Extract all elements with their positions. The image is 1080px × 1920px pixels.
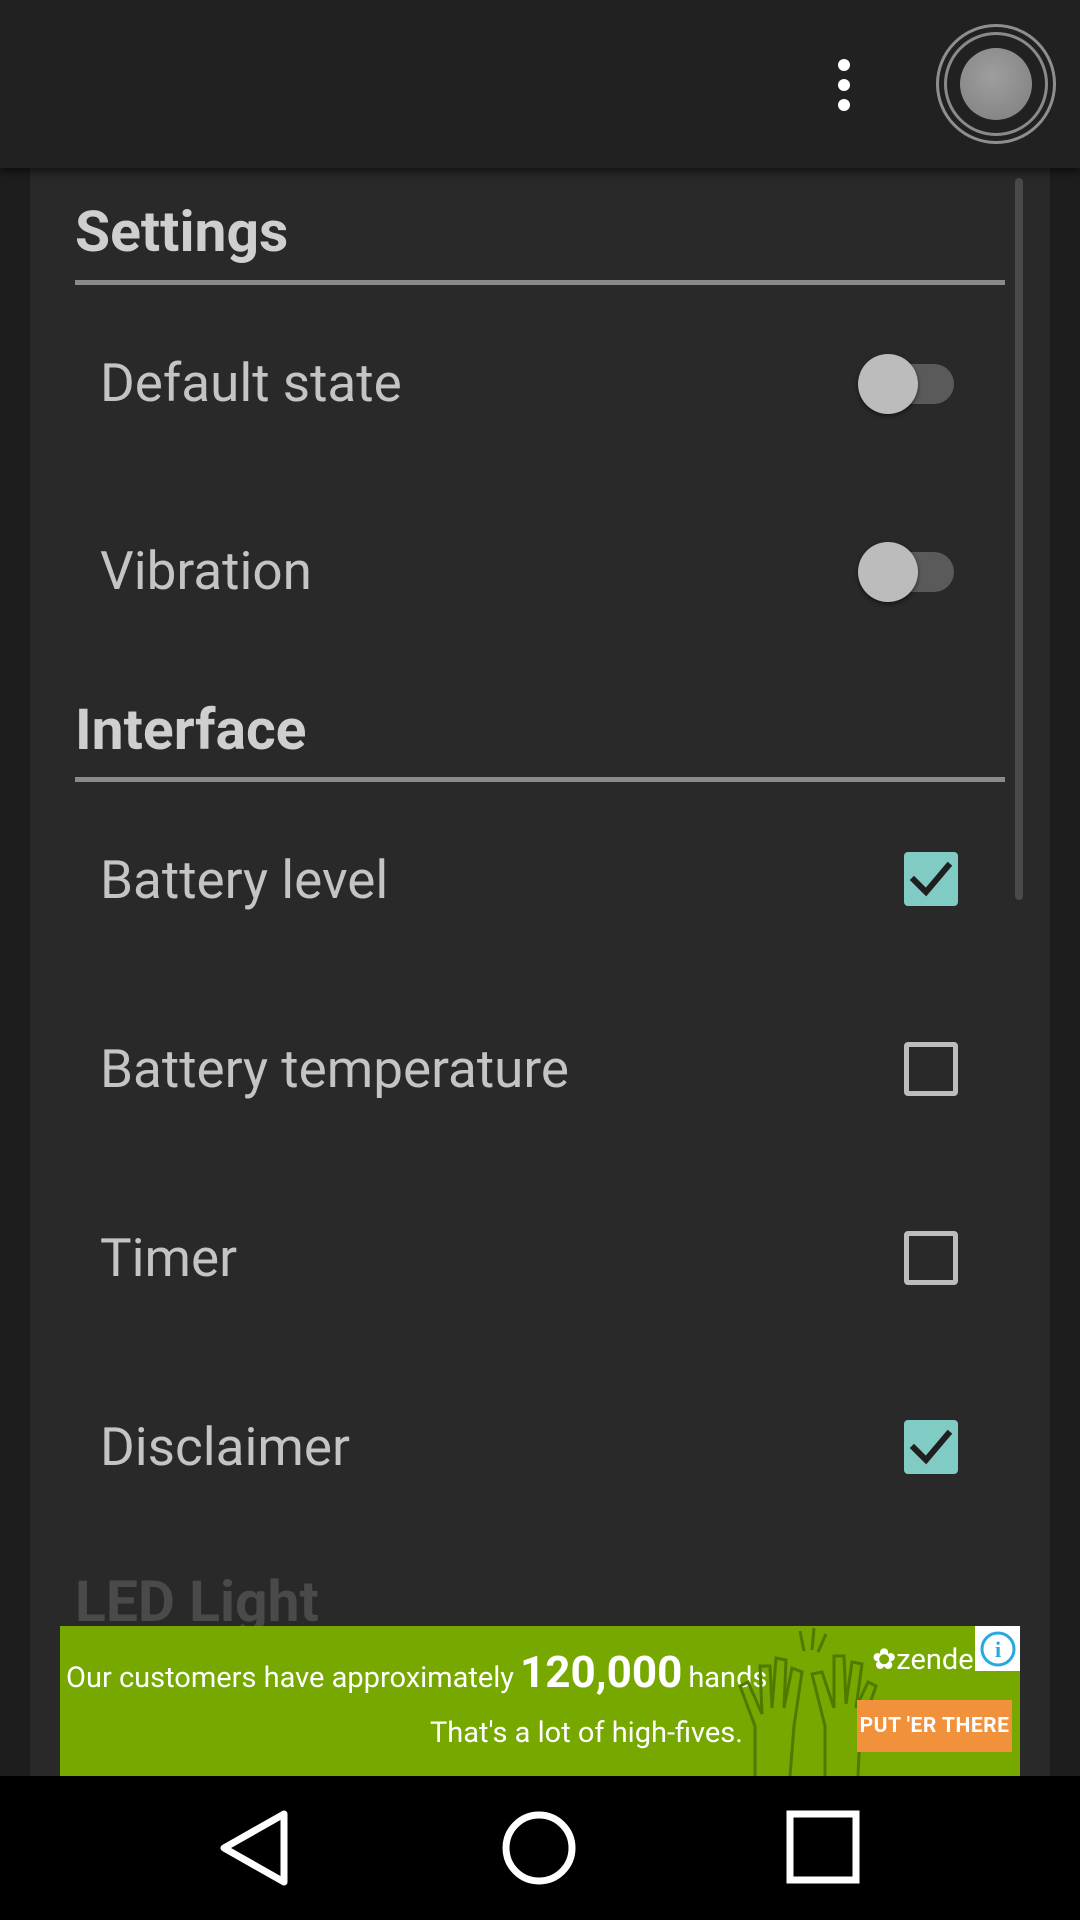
battery-level-label: Battery level xyxy=(100,849,389,911)
disclaimer-checkbox[interactable] xyxy=(904,1420,958,1474)
more-vert-icon xyxy=(838,59,850,71)
vibration-switch[interactable] xyxy=(852,536,956,606)
home-circle-icon xyxy=(502,1811,576,1885)
section-divider xyxy=(75,280,1005,285)
section-title-settings: Settings xyxy=(75,198,289,265)
info-icon: i xyxy=(980,1631,1015,1666)
settings-panel: Settings Default state Vibration Interfa… xyxy=(30,168,1050,1778)
vibration-label: Vibration xyxy=(100,540,312,602)
recents-button[interactable] xyxy=(770,1796,880,1900)
ad-headline: Our customers have approximately 120,000 h… xyxy=(66,1646,775,1698)
more-vert-icon-dot xyxy=(838,79,850,91)
app-bar xyxy=(0,0,1080,168)
battery-temperature-checkbox[interactable] xyxy=(904,1042,958,1096)
ad-text: Our customers have approximately xyxy=(66,1661,515,1695)
scrollbar[interactable] xyxy=(1015,178,1023,900)
system-nav-bar xyxy=(0,1776,1080,1920)
overflow-menu-button[interactable] xyxy=(814,50,874,120)
section-title-led-light: LED Light xyxy=(75,1568,319,1635)
section-divider xyxy=(75,777,1005,782)
ad-banner[interactable]: Our customers have approximately 120,000 h… xyxy=(60,1626,1020,1776)
default-state-switch[interactable] xyxy=(852,348,956,418)
timer-label: Timer xyxy=(100,1227,238,1289)
recents-square-icon xyxy=(786,1810,860,1884)
home-button[interactable] xyxy=(484,1796,594,1900)
default-state-label: Default state xyxy=(100,352,402,414)
timer-checkbox[interactable] xyxy=(904,1231,958,1285)
section-title-interface: Interface xyxy=(75,696,307,763)
battery-level-checkbox[interactable] xyxy=(904,852,958,906)
power-toggle-icon xyxy=(944,32,1048,136)
more-vert-icon-dot xyxy=(838,99,850,111)
switch-thumb xyxy=(858,542,918,602)
ad-cta-button[interactable]: PUT 'ER THERE xyxy=(857,1700,1012,1752)
power-toggle-core xyxy=(960,48,1032,120)
ad-number: 120,000 xyxy=(520,1646,683,1698)
back-button[interactable] xyxy=(200,1796,310,1900)
battery-temperature-label: Battery temperature xyxy=(100,1038,569,1100)
check-icon xyxy=(909,1429,953,1465)
disclaimer-label: Disclaimer xyxy=(100,1416,350,1478)
switch-thumb xyxy=(858,354,918,414)
back-triangle-icon xyxy=(220,1810,288,1886)
power-toggle-button[interactable] xyxy=(936,24,1056,144)
ad-info-button[interactable]: i xyxy=(975,1626,1020,1671)
ad-subline: That's a lot of high-fives. xyxy=(430,1716,743,1750)
check-icon xyxy=(909,861,953,897)
svg-text:i: i xyxy=(994,1637,1000,1662)
